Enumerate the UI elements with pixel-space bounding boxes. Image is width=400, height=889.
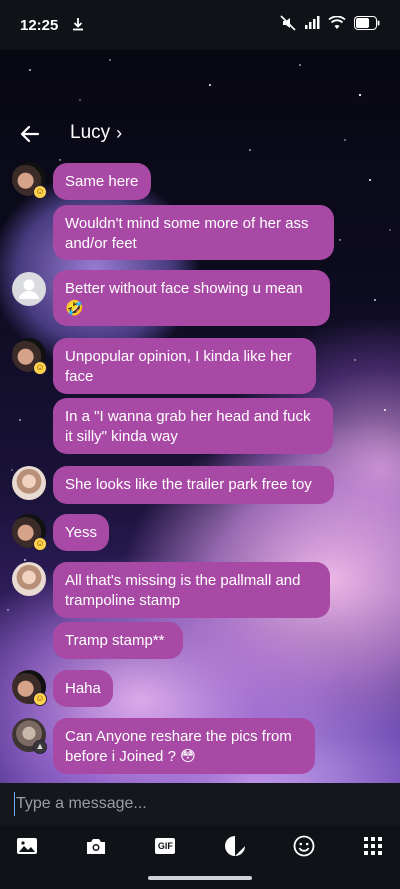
- gif-label: GIF: [157, 841, 173, 851]
- mute-icon: [280, 14, 296, 36]
- wifi-icon: [328, 15, 346, 35]
- status-time: 12:25: [20, 16, 59, 34]
- apps-grid-icon[interactable]: [361, 834, 385, 858]
- emoji-badge-icon: ☺: [33, 361, 47, 375]
- home-indicator[interactable]: [148, 876, 252, 880]
- default-user-icon: [19, 279, 39, 299]
- signal-icon: [304, 15, 320, 35]
- message-bubble[interactable]: In a "I wanna grab her head and fuck it …: [53, 398, 333, 454]
- chevron-right-icon: ›: [116, 122, 123, 143]
- home-indicator-area: [0, 867, 400, 889]
- status-bar: 12:25: [0, 0, 400, 50]
- message-input[interactable]: [14, 792, 384, 816]
- message-bubble[interactable]: Yess: [53, 514, 109, 551]
- emoji-badge-icon: ☺: [33, 537, 47, 551]
- message-bubble[interactable]: She looks like the trailer park free toy: [53, 466, 334, 504]
- emoji-badge-icon: ☺: [33, 185, 47, 199]
- battery-icon: [354, 15, 380, 35]
- chat-title[interactable]: Lucy ›: [70, 122, 122, 144]
- back-arrow-icon[interactable]: [16, 120, 44, 148]
- composer-toolbar: GIF: [0, 825, 400, 867]
- message-bubble[interactable]: Can Anyone reshare the pics from before …: [53, 718, 315, 774]
- chat-header: Lucy ›: [0, 112, 400, 156]
- chat-title-text: Lucy: [70, 122, 111, 143]
- camera-icon[interactable]: [84, 834, 108, 858]
- emoji-badge-icon: ▲: [33, 740, 47, 754]
- sticker-icon[interactable]: [223, 834, 247, 858]
- message-bubble[interactable]: Unpopular opinion, I kinda like her face: [53, 338, 316, 394]
- message-bubble[interactable]: All that's missing is the pallmall and t…: [53, 562, 330, 618]
- gif-icon[interactable]: GIF: [153, 834, 177, 858]
- download-icon: [72, 17, 84, 34]
- message-bubble[interactable]: Tramp stamp**: [53, 622, 183, 659]
- emoji-badge-icon: ☺: [33, 692, 47, 706]
- image-icon[interactable]: [15, 834, 39, 858]
- avatar[interactable]: [12, 272, 46, 306]
- status-icons: [280, 14, 380, 36]
- message-bubble[interactable]: Wouldn't mind some more of her ass and/o…: [53, 205, 334, 260]
- avatar[interactable]: [12, 562, 46, 596]
- message-bubble[interactable]: Haha: [53, 670, 113, 707]
- message-bubble[interactable]: Same here: [53, 163, 151, 200]
- chat-screen: 12:25 Lucy › ☺ Same here Wouldn't mind s…: [0, 0, 400, 889]
- message-composer: [0, 783, 400, 825]
- emoji-icon[interactable]: [292, 834, 316, 858]
- avatar[interactable]: [12, 466, 46, 500]
- message-bubble[interactable]: Better without face showing u mean 🤣: [53, 270, 330, 326]
